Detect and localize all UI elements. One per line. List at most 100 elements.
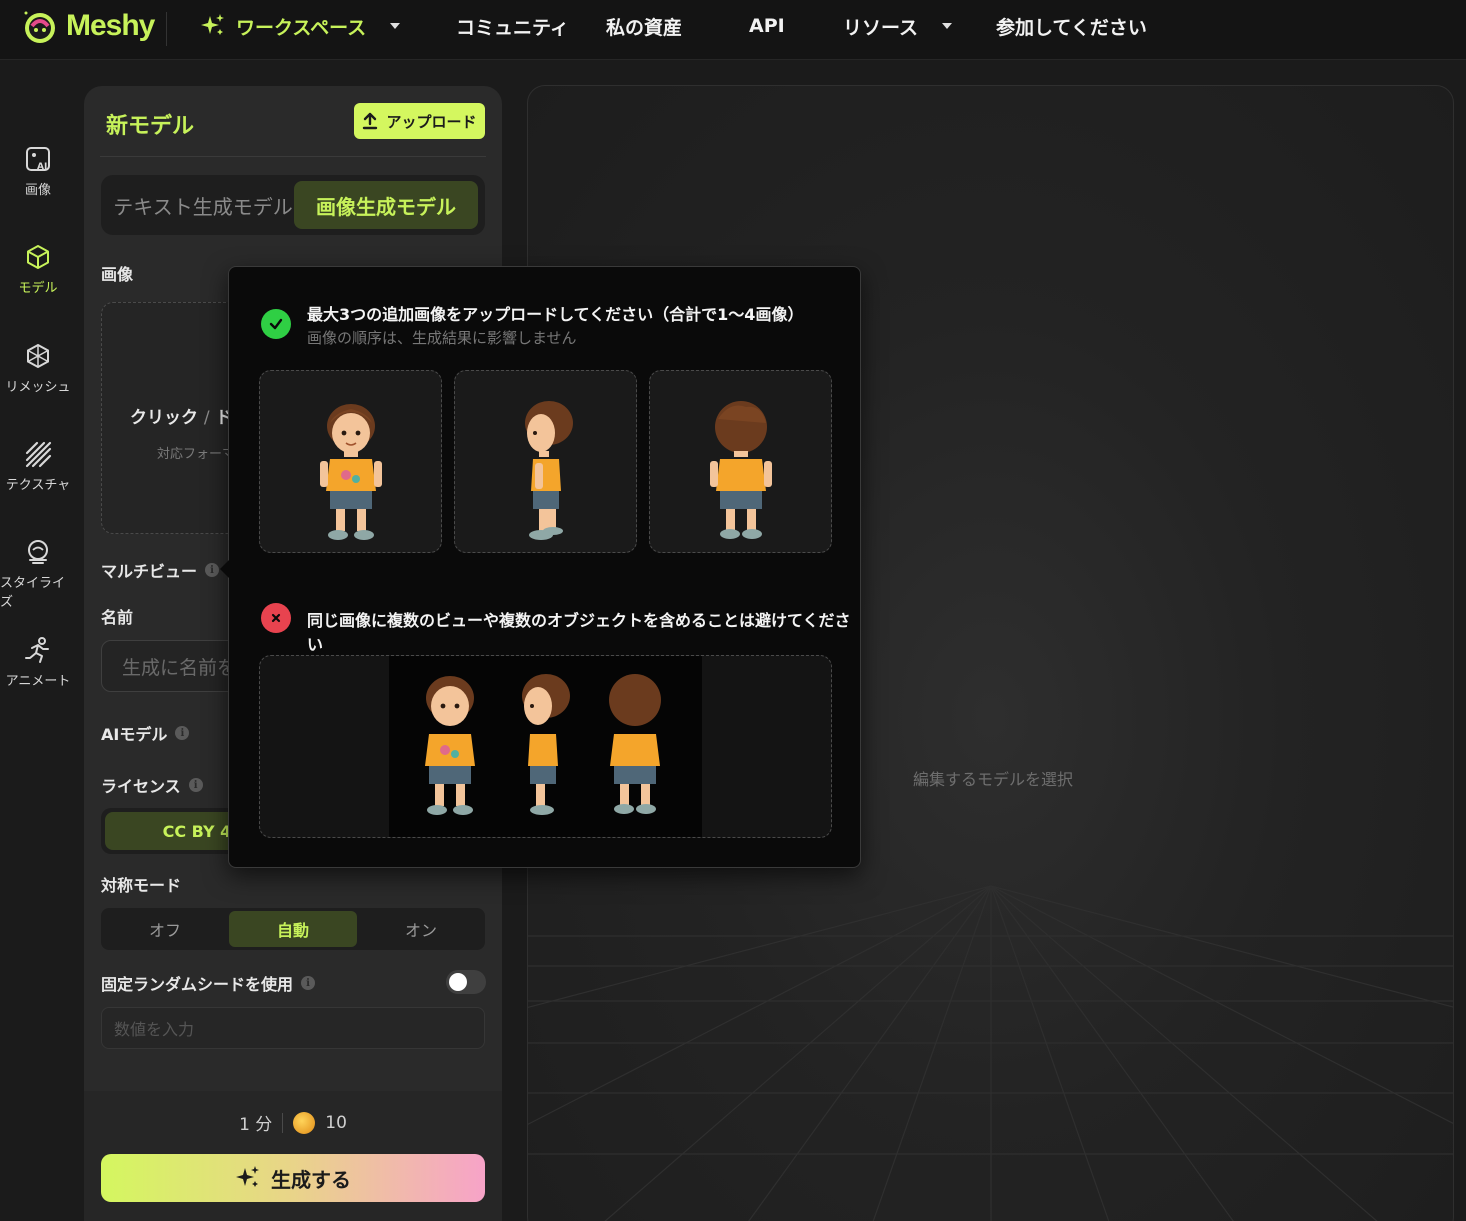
upload-button[interactable]: アップロード [354,103,485,139]
license-label: ライセンス i [101,773,203,797]
rail-label: アニメート [5,674,71,689]
image-section-label: 画像 [101,261,133,285]
toggle-knob [449,973,467,991]
dropzone-formats: 対応フォーマ [157,447,236,462]
meshy-logo-icon [24,11,55,43]
nav-workspace-label: ワークスペース [236,16,367,39]
nav-join-label: 参加してください [996,16,1147,39]
chevron-down-icon [942,23,953,29]
rail-label: スタイライズ [0,576,66,610]
panel-divider [100,156,486,157]
mode-switch: テキスト生成モデル 画像生成モデル [101,175,485,235]
nav-community[interactable]: コミュニティ [456,12,569,40]
info-icon[interactable]: i [205,563,220,577]
ai-model-label: AIモデル i [101,721,190,745]
tab-text-to-model[interactable]: テキスト生成モデル [113,175,293,235]
sparkle-icon [201,14,224,35]
cross-icon [261,603,291,633]
symmetry-label-text: 対称モード [101,876,182,895]
example-back-view [649,370,832,553]
texture-icon [25,441,52,468]
tool-rail: AI 画像 モデル リメッシュ テクスチャ スタイライズ アニメート [0,60,76,1221]
multiview-label-text: マルチビュー [101,562,198,581]
ai-model-label-text: AIモデル [101,725,168,744]
cost-divider [282,1112,284,1133]
rail-item-image[interactable]: AI 画像 [0,145,76,198]
boy-character-multiview-image [425,674,661,815]
rail-label: テクスチャ [5,478,71,493]
cube-icon [27,245,49,269]
example-multi-view-bad [259,655,832,838]
multiview-tooltip: 最大3つの追加画像をアップロードしてください（合計で1〜4画像） 画像の順序は、… [220,266,861,868]
example-side-view [454,370,637,553]
chevron-down-icon [390,23,401,29]
seed-input[interactable]: 数値を入力 [101,1007,485,1049]
nav-api-label: API [749,15,785,37]
symmetry-selector: オフ 自動 オン [101,908,485,950]
tooltip-arrow [220,560,229,578]
symmetry-option-off[interactable]: オフ [101,908,229,950]
top-nav: Meshy ワークスペース コミュニティ 私の資産 API リソース 参加してく… [0,0,1466,60]
seed-label-text: 固定ランダムシードを使用 [101,975,294,994]
credit-coin-icon [293,1111,316,1134]
running-figure-icon [25,637,49,663]
nav-join[interactable]: 参加してください [996,12,1147,40]
boy-character-back-image [710,401,772,539]
svg-text:AI: AI [37,162,47,172]
generate-label: 生成する [271,1167,351,1192]
rail-item-texture[interactable]: テクスチャ [0,440,76,493]
tab-image-to-model[interactable]: 画像生成モデル [294,181,478,229]
boy-character-side-image [525,401,573,540]
seed-label: 固定ランダムシードを使用 i [101,971,316,995]
generate-button[interactable]: 生成する [101,1154,485,1202]
bad-example-image-area [389,656,702,837]
symmetry-label: 対称モード [101,872,181,896]
boy-character-front-image [320,404,382,540]
dropzone-slash: / [203,408,210,428]
nav-workspace[interactable]: ワークスペース [200,12,401,40]
generation-cost: 1 分 10 [84,1110,502,1135]
tooltip-bad-title: 同じ画像に複数のビューや複数のオブジェクトを含めることは避けてください [307,611,851,654]
rail-label: 画像 [24,183,51,198]
viewport-hint: 編集するモデルを選択 [913,770,1074,789]
brand-logo[interactable]: Meshy [20,6,155,46]
time-estimate: 1 分 [239,1115,273,1135]
nav-assets[interactable]: 私の資産 [606,12,682,40]
nav-resources-label: リソース [843,16,919,39]
rail-item-stylize[interactable]: スタイライズ [0,538,76,610]
stylize-icon [28,540,48,564]
dropzone-click-text: クリック [130,408,198,428]
seed-toggle[interactable] [446,970,486,994]
rail-label: リメッシュ [5,380,71,395]
image-label-text: 画像 [101,265,134,284]
tooltip-good-subtitle: 画像の順序は、生成結果に影響しません [307,329,577,347]
panel-title: 新モデル [106,114,195,139]
nav-divider [166,12,167,46]
tooltip-good-title: 最大3つの追加画像をアップロードしてください（合計で1〜4画像） [307,305,804,324]
name-label: 名前 [101,604,133,628]
nav-resources[interactable]: リソース [843,12,953,40]
multiview-label: マルチビュー i [101,558,220,582]
rail-item-model[interactable]: モデル [0,243,76,296]
name-label-text: 名前 [101,608,134,627]
credit-cost: 10 [325,1112,347,1133]
brand-name: Meshy [66,9,155,42]
info-icon[interactable]: i [175,726,190,740]
nav-api[interactable]: API [749,12,785,40]
symmetry-option-on[interactable]: オン [357,908,485,950]
upload-label: アップロード [386,112,477,131]
sparkle-icon [236,1166,259,1187]
remesh-icon [27,343,49,369]
nav-assets-label: 私の資産 [606,16,683,39]
image-ai-icon: AI [26,147,50,172]
example-front-view [259,370,442,553]
info-icon[interactable]: i [301,976,316,990]
check-icon [261,309,291,339]
rail-item-remesh[interactable]: リメッシュ [0,342,76,395]
upload-icon [363,112,378,130]
rail-item-animate[interactable]: アニメート [0,636,76,689]
symmetry-option-auto[interactable]: 自動 [229,911,357,947]
info-icon[interactable]: i [188,778,203,792]
license-label-text: ライセンス [101,777,181,796]
nav-community-label: コミュニティ [456,16,569,39]
